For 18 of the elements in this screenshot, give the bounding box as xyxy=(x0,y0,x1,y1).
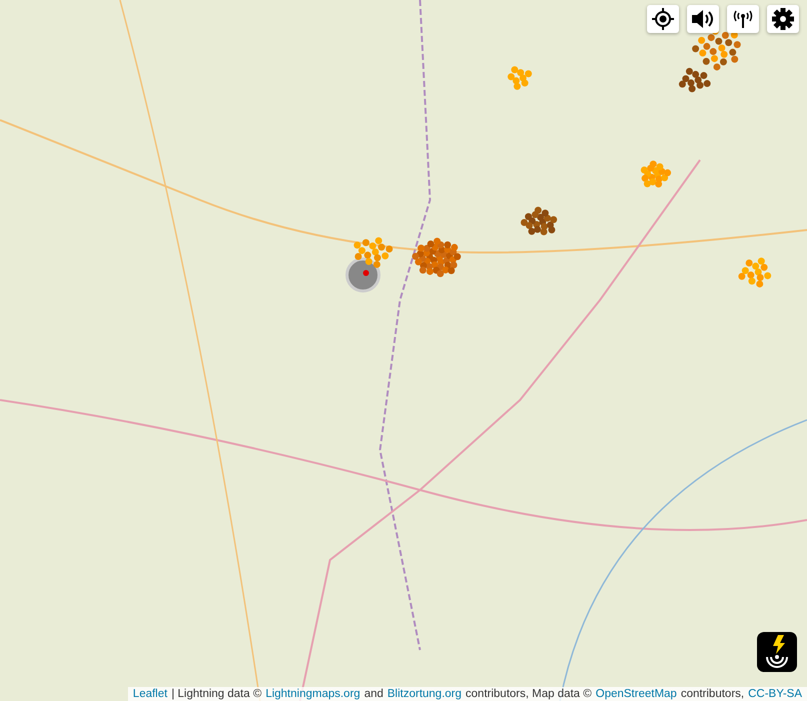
attribution-link[interactable]: CC-BY-SA xyxy=(748,688,802,700)
attribution-text: | Lightning data © xyxy=(171,688,262,700)
attribution-link[interactable]: Blitzortung.org xyxy=(387,688,462,700)
antenna-icon xyxy=(732,10,754,28)
locate-icon xyxy=(652,8,674,30)
attribution-link[interactable]: Lightningmaps.org xyxy=(266,688,360,700)
lightning-logo-icon[interactable] xyxy=(757,632,797,672)
signal-button[interactable] xyxy=(727,5,759,33)
settings-button[interactable] xyxy=(767,5,799,33)
settings-icon xyxy=(772,8,794,30)
attribution-text: contributors, xyxy=(680,688,744,700)
speaker-icon xyxy=(691,9,715,29)
attribution-link[interactable]: Leaflet xyxy=(132,688,168,700)
sound-button[interactable] xyxy=(687,5,719,33)
attribution-text: contributors, Map data © xyxy=(466,688,592,700)
locate-button[interactable] xyxy=(647,5,679,33)
attribution-text: and xyxy=(364,688,384,700)
attribution-link[interactable]: OpenStreetMap xyxy=(596,688,677,700)
